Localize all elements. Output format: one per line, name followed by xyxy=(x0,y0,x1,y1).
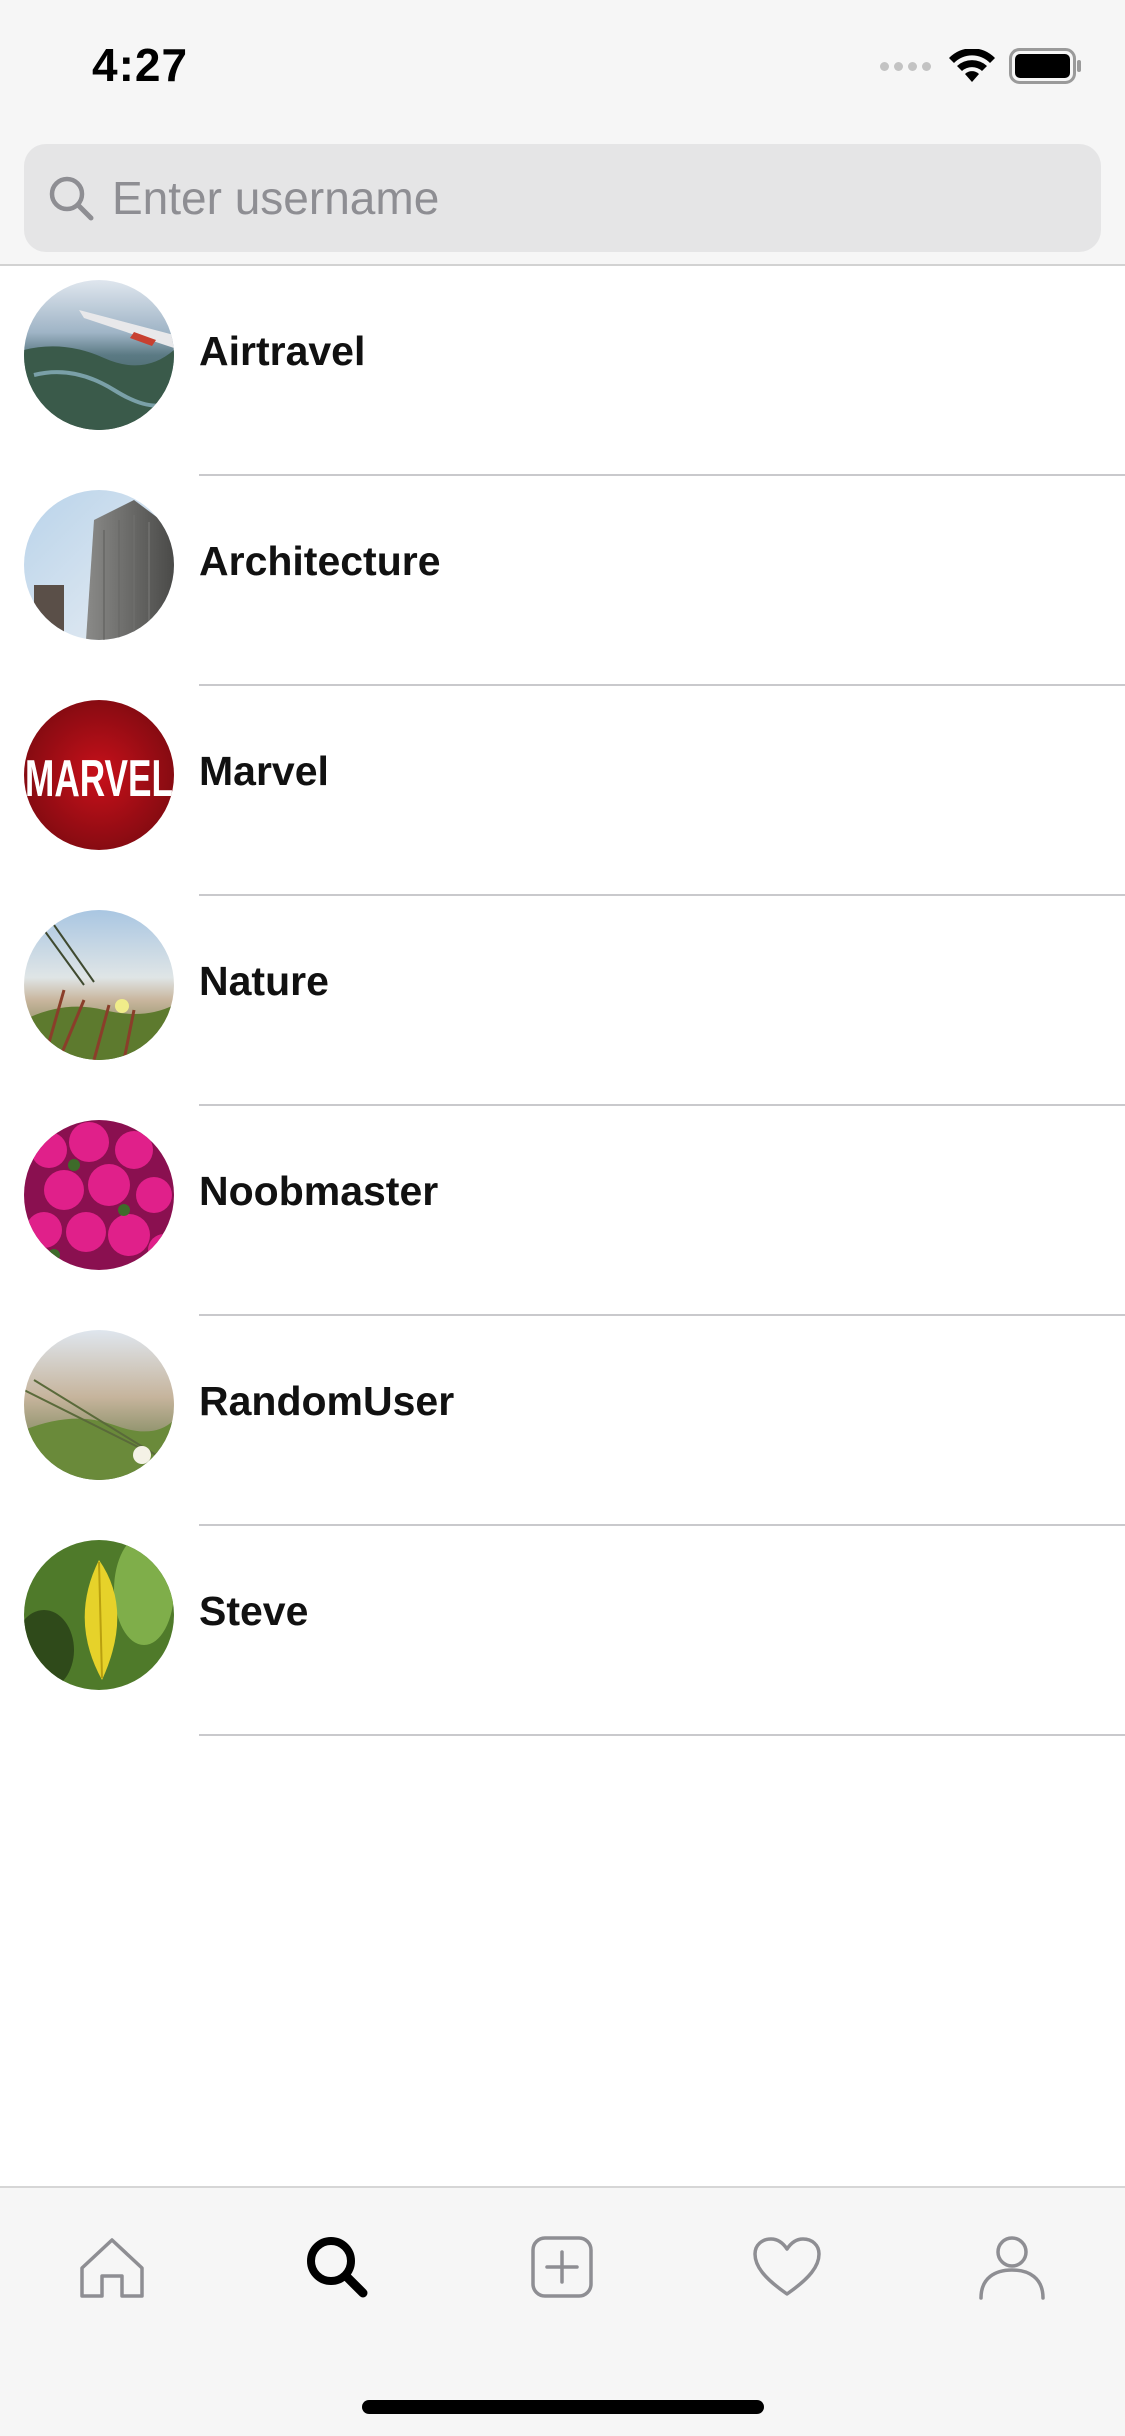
search-header xyxy=(0,130,1125,266)
avatar xyxy=(24,1120,174,1270)
avatar xyxy=(24,490,174,640)
list-item[interactable]: Noobmaster xyxy=(0,1106,1125,1316)
status-bar: 4:27 xyxy=(0,0,1125,130)
user-list: Airtravel Architecture MARVEL Marvel Nat… xyxy=(0,266,1125,1736)
avatar xyxy=(24,910,174,1060)
tab-activity[interactable] xyxy=(737,2222,837,2312)
avatar xyxy=(24,1330,174,1480)
username-label: Steve xyxy=(199,1588,309,1634)
divider xyxy=(199,1734,1125,1736)
username-label: Architecture xyxy=(199,538,441,584)
tab-search[interactable] xyxy=(287,2222,387,2312)
status-time: 4:27 xyxy=(92,39,189,91)
avatar: MARVEL xyxy=(24,700,174,850)
tab-home[interactable] xyxy=(62,2222,162,2312)
avatar xyxy=(24,1540,174,1690)
heart-icon xyxy=(753,2237,821,2296)
username-search-input[interactable] xyxy=(112,171,1012,225)
tab-profile[interactable] xyxy=(962,2222,1062,2312)
avatar xyxy=(24,280,174,430)
search-icon xyxy=(307,2237,368,2298)
username-label: Marvel xyxy=(199,748,329,794)
battery-icon xyxy=(1009,48,1081,84)
list-item[interactable]: Airtravel xyxy=(0,266,1125,476)
search-icon xyxy=(49,176,94,221)
username-label: Noobmaster xyxy=(199,1168,439,1214)
home-icon xyxy=(80,2238,144,2298)
list-item[interactable]: Steve xyxy=(0,1526,1125,1736)
tab-bar xyxy=(0,2186,1125,2436)
avatar-logo-text: MARVEL xyxy=(25,750,173,808)
list-item[interactable]: MARVEL Marvel xyxy=(0,686,1125,896)
list-item[interactable]: RandomUser xyxy=(0,1316,1125,1526)
search-field[interactable] xyxy=(24,144,1101,252)
wifi-icon xyxy=(949,49,995,82)
username-label: Nature xyxy=(199,958,329,1004)
plus-square-icon xyxy=(531,2236,593,2298)
list-item[interactable]: Nature xyxy=(0,896,1125,1106)
cellular-signal-icon xyxy=(880,61,931,71)
search-screen: 4:27 Enter username Airtravel Architectu… xyxy=(0,0,1125,2436)
tab-add-post[interactable] xyxy=(512,2222,612,2312)
home-indicator[interactable] xyxy=(362,2400,764,2414)
list-item[interactable]: Architecture xyxy=(0,476,1125,686)
username-label: Airtravel xyxy=(199,328,366,374)
status-indicators xyxy=(880,48,1083,84)
username-label: RandomUser xyxy=(199,1378,455,1424)
person-icon xyxy=(979,2236,1045,2300)
